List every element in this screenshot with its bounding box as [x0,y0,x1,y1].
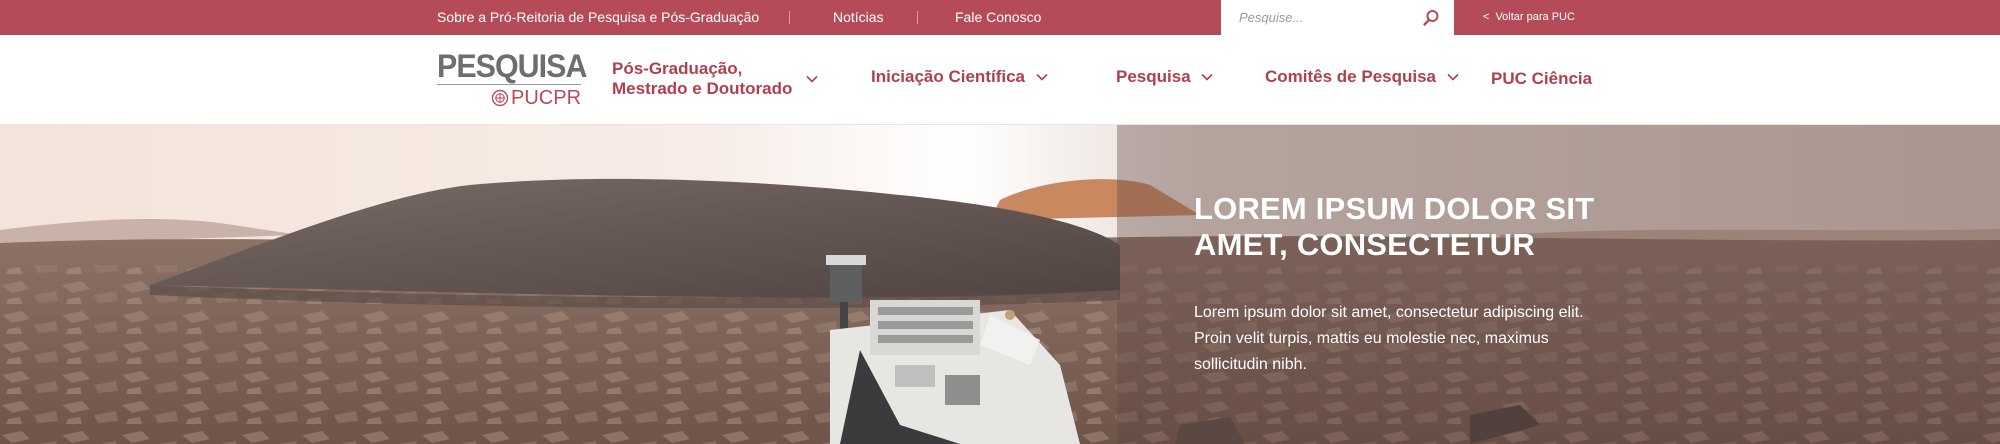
chevron-left-icon: < [1483,11,1490,23]
chevron-down-icon [1201,73,1213,81]
nav-item-pesquisa[interactable]: Pesquisa [1116,66,1213,87]
topbar-divider [789,11,790,24]
hero-title: LOREM IPSUM DOLOR SIT AMET, CONSECTETUR [1194,191,1595,262]
site-logo[interactable]: PESQUISA PUCPR [437,49,587,111]
nav-item-label: PUC Ciência [1491,68,1593,88]
chevron-down-icon [1036,73,1048,81]
chevron-down-icon [1447,73,1459,81]
nav-item-label: Iniciação Científica [871,66,1025,86]
nav-item-label: Pós-Graduação, Mestrado e Doutorado [612,59,793,98]
logo-subtitle: PUCPR [511,87,582,109]
topbar-link-about[interactable]: Sobre a Pró-Reitoria de Pesquisa e Pós-G… [437,0,759,35]
search-box [1221,0,1454,35]
hero-banner: LOREM IPSUM DOLOR SIT AMET, CONSECTETUR … [0,125,2000,444]
nav-item-iniciacao-cientifica[interactable]: Iniciação Científica [871,66,1048,87]
chevron-down-icon [806,75,818,83]
search-icon[interactable] [1422,9,1440,27]
logo-divider [437,84,581,85]
main-header: PESQUISA PUCPR Pós-Graduação, Mestrado e… [0,35,2000,125]
nav-item-label: Pesquisa [1116,66,1191,86]
back-to-puc-label: Voltar para PUC [1495,11,1575,23]
back-to-puc-link[interactable]: < Voltar para PUC [1483,0,1575,35]
topbar-link-news[interactable]: Notícias [833,0,884,35]
nav-item-puc-ciencia[interactable]: PUC Ciência [1491,68,1592,89]
nav-item-comites-de-pesquisa[interactable]: Comitês de Pesquisa [1265,66,1459,87]
top-utility-bar: Sobre a Pró-Reitoria de Pesquisa e Pós-G… [0,0,2000,35]
topbar-link-contact[interactable]: Fale Conosco [955,0,1041,35]
nav-item-label: Comitês de Pesquisa [1265,66,1437,86]
topbar-divider [917,11,918,24]
hero-description: Lorem ipsum dolor sit amet, consectetur … [1194,304,1584,373]
search-input[interactable] [1239,6,1414,28]
university-seal-icon [491,89,509,107]
nav-item-pos-graduacao[interactable]: Pós-Graduação, Mestrado e Doutorado [612,59,818,99]
logo-wordmark: PESQUISA [437,48,587,84]
hero-text-panel [1117,125,2000,444]
